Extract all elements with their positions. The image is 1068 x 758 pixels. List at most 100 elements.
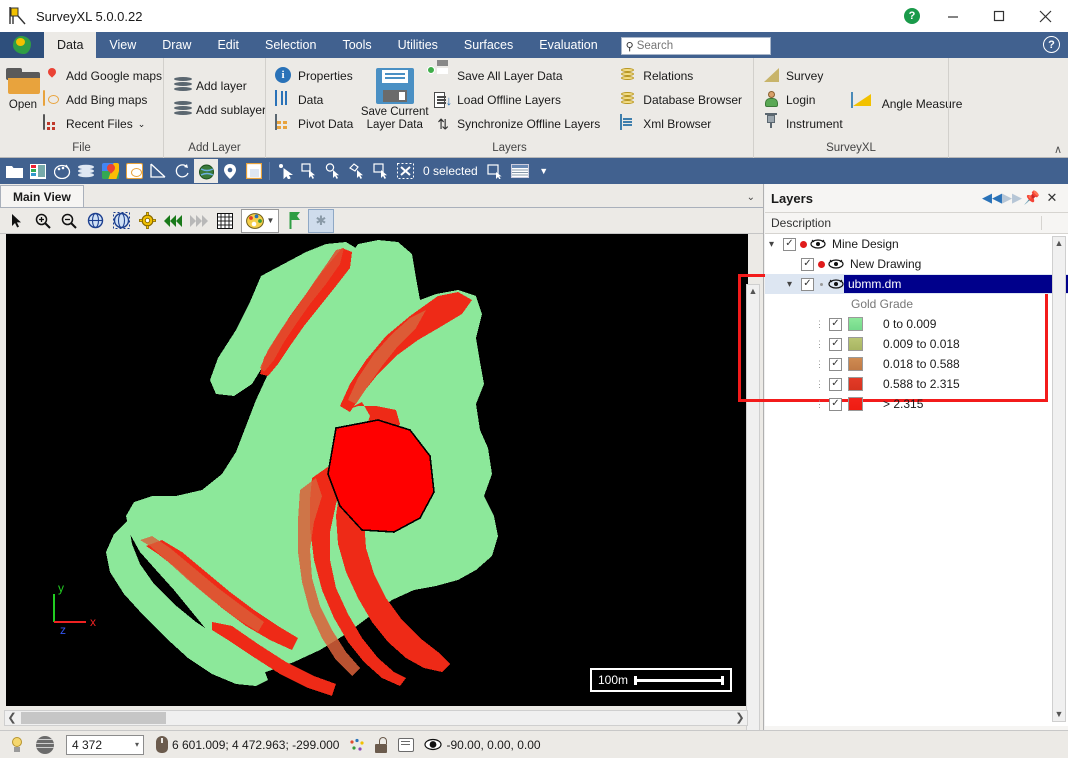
add-google-maps-button[interactable]: Add Google maps <box>40 64 167 88</box>
lock-button[interactable] <box>371 733 392 757</box>
legend-row-0[interactable]: ⋮ ✓ 0 to 0.009 <box>765 314 1068 334</box>
qb-rotate-icon[interactable] <box>170 159 194 183</box>
tab-view[interactable]: View <box>96 32 149 58</box>
legend-row-4[interactable]: ⋮ ✓ > 2.315 <box>765 394 1068 414</box>
note-button[interactable] <box>394 733 418 757</box>
chevron-down-icon[interactable]: ▾ <box>135 740 139 749</box>
legend-row-2[interactable]: ⋮ ✓ 0.018 to 0.588 <box>765 354 1068 374</box>
qb-bing-maps-icon[interactable] <box>122 159 146 183</box>
qb-select-point-icon[interactable] <box>273 159 297 183</box>
lightbulb-button[interactable] <box>4 733 30 757</box>
qb-color-table-icon[interactable] <box>26 159 50 183</box>
data-button[interactable]: Data <box>272 88 358 112</box>
forward-icon[interactable] <box>186 209 212 233</box>
checkbox-new-drawing[interactable]: ✓ <box>801 258 814 271</box>
globe-button[interactable] <box>32 733 58 757</box>
qb-palette-icon[interactable] <box>50 159 74 183</box>
zoom-in-icon[interactable] <box>30 209 56 233</box>
legend-checkbox-4[interactable]: ✓ <box>829 398 842 411</box>
canvas-horizontal-scrollbar[interactable]: ❮ ❯ <box>4 710 748 726</box>
xml-browser-button[interactable]: Xml Browser <box>617 112 747 136</box>
checkbox-ubmm[interactable]: ✓ <box>801 278 814 291</box>
scroll-up-icon[interactable]: ▲ <box>747 285 759 298</box>
globe-select-icon[interactable] <box>108 209 134 233</box>
add-bing-maps-button[interactable]: Add Bing maps <box>40 88 167 112</box>
tab-edit[interactable]: Edit <box>204 32 252 58</box>
legend-checkbox-0[interactable]: ✓ <box>829 318 842 331</box>
save-current-layer-data-button[interactable]: Save Current Layer Data <box>358 64 431 132</box>
map-canvas[interactable]: y x z 100m <box>6 234 748 706</box>
qb-globe-icon[interactable] <box>194 159 218 183</box>
open-button[interactable]: Open <box>6 64 40 111</box>
qb-measure-icon[interactable] <box>146 159 170 183</box>
legend-row-3[interactable]: ⋮ ✓ 0.588 to 2.315 <box>765 374 1068 394</box>
snap-button[interactable] <box>345 733 369 757</box>
close-button[interactable] <box>1022 0 1068 32</box>
tab-utilities[interactable]: Utilities <box>385 32 451 58</box>
search-input[interactable] <box>637 40 757 52</box>
pivot-data-button[interactable]: Pivot Data <box>272 112 358 136</box>
qb-map-pin-icon[interactable] <box>218 159 242 183</box>
survey-button[interactable]: Survey <box>760 64 848 88</box>
layers-vertical-scrollbar[interactable]: ▲ ▼ <box>1052 236 1066 722</box>
tree-row-new-drawing[interactable]: ✓ New Drawing <box>765 254 1068 274</box>
expand-right-icon[interactable]: ▶▶ <box>1002 188 1022 208</box>
qb-select-cursor-icon[interactable] <box>297 159 321 183</box>
properties-button[interactable]: i Properties <box>272 64 358 88</box>
canvas-vertical-scrollbar[interactable]: ▲ ▼ <box>746 284 760 754</box>
tab-tools[interactable]: Tools <box>329 32 384 58</box>
add-layer-button[interactable]: Add layer <box>170 74 271 98</box>
rewind-icon[interactable] <box>160 209 186 233</box>
qb-table-view-icon[interactable] <box>508 159 532 183</box>
legend-checkbox-1[interactable]: ✓ <box>829 338 842 351</box>
tab-surfaces[interactable]: Surfaces <box>451 32 526 58</box>
collapse-ribbon-icon[interactable]: ∧ <box>1054 143 1062 156</box>
qb-layers-icon[interactable] <box>74 159 98 183</box>
zoom-out-icon[interactable] <box>56 209 82 233</box>
palette-dropdown-icon[interactable]: ▼ <box>241 209 279 233</box>
hscroll-thumb[interactable] <box>21 712 166 724</box>
scale-combo[interactable]: 4 372 ▾ <box>66 735 144 755</box>
layers-scroll-up-icon[interactable]: ▲ <box>1053 237 1065 250</box>
tab-evaluation[interactable]: Evaluation <box>526 32 610 58</box>
gear-icon[interactable] <box>134 209 160 233</box>
close-icon[interactable]: ✕ <box>1042 188 1062 208</box>
tree-row-mine-design[interactable]: ▾ ✓ Mine Design <box>765 234 1068 254</box>
tab-main-view[interactable]: Main View <box>0 185 84 207</box>
add-sublayer-button[interactable]: Add sublayer <box>170 98 271 122</box>
scroll-left-icon[interactable]: ❮ <box>5 711 19 725</box>
eye-icon[interactable] <box>810 238 826 250</box>
main-view-dropdown-icon[interactable]: ⌄ <box>747 192 755 203</box>
database-browser-button[interactable]: Database Browser <box>617 88 747 112</box>
tab-data[interactable]: Data <box>44 32 96 58</box>
minimize-button[interactable] <box>930 0 976 32</box>
expander-icon[interactable]: ▾ <box>769 239 783 250</box>
checkbox-mine-design[interactable]: ✓ <box>783 238 796 251</box>
legend-checkbox-2[interactable]: ✓ <box>829 358 842 371</box>
qb-select-polygon-icon[interactable] <box>345 159 369 183</box>
help-button[interactable]: ? <box>894 0 930 32</box>
qb-chevron-down-icon[interactable]: ▼ <box>532 159 556 183</box>
qb-clear-selection-icon[interactable] <box>393 159 417 183</box>
ribbon-help-icon[interactable]: ? <box>1043 36 1060 53</box>
relations-button[interactable]: Relations <box>617 64 747 88</box>
legend-row-1[interactable]: ⋮ ✓ 0.009 to 0.018 <box>765 334 1068 354</box>
eye-icon[interactable] <box>828 258 844 270</box>
layers-scroll-down-icon[interactable]: ▼ <box>1053 708 1065 721</box>
app-logo-button[interactable] <box>0 32 44 58</box>
legend-checkbox-3[interactable]: ✓ <box>829 378 842 391</box>
tab-selection[interactable]: Selection <box>252 32 329 58</box>
maximize-button[interactable] <box>976 0 1022 32</box>
tab-draw[interactable]: Draw <box>149 32 204 58</box>
bookmark-icon[interactable] <box>282 209 308 233</box>
pin-icon[interactable]: 📌 <box>1022 188 1042 208</box>
qb-select-circle-icon[interactable] <box>321 159 345 183</box>
instrument-button[interactable]: Instrument <box>760 112 848 136</box>
qb-window-icon[interactable] <box>242 159 266 183</box>
collapse-left-icon[interactable]: ◀◀ <box>982 188 1002 208</box>
synchronize-offline-layers-button[interactable]: ⇅ Synchronize Offline Layers <box>431 112 605 136</box>
globe-icon[interactable] <box>82 209 108 233</box>
scroll-right-icon[interactable]: ❯ <box>733 711 747 725</box>
search-box[interactable]: ⚲ <box>621 37 771 55</box>
arrow-cursor-icon[interactable] <box>4 209 30 233</box>
